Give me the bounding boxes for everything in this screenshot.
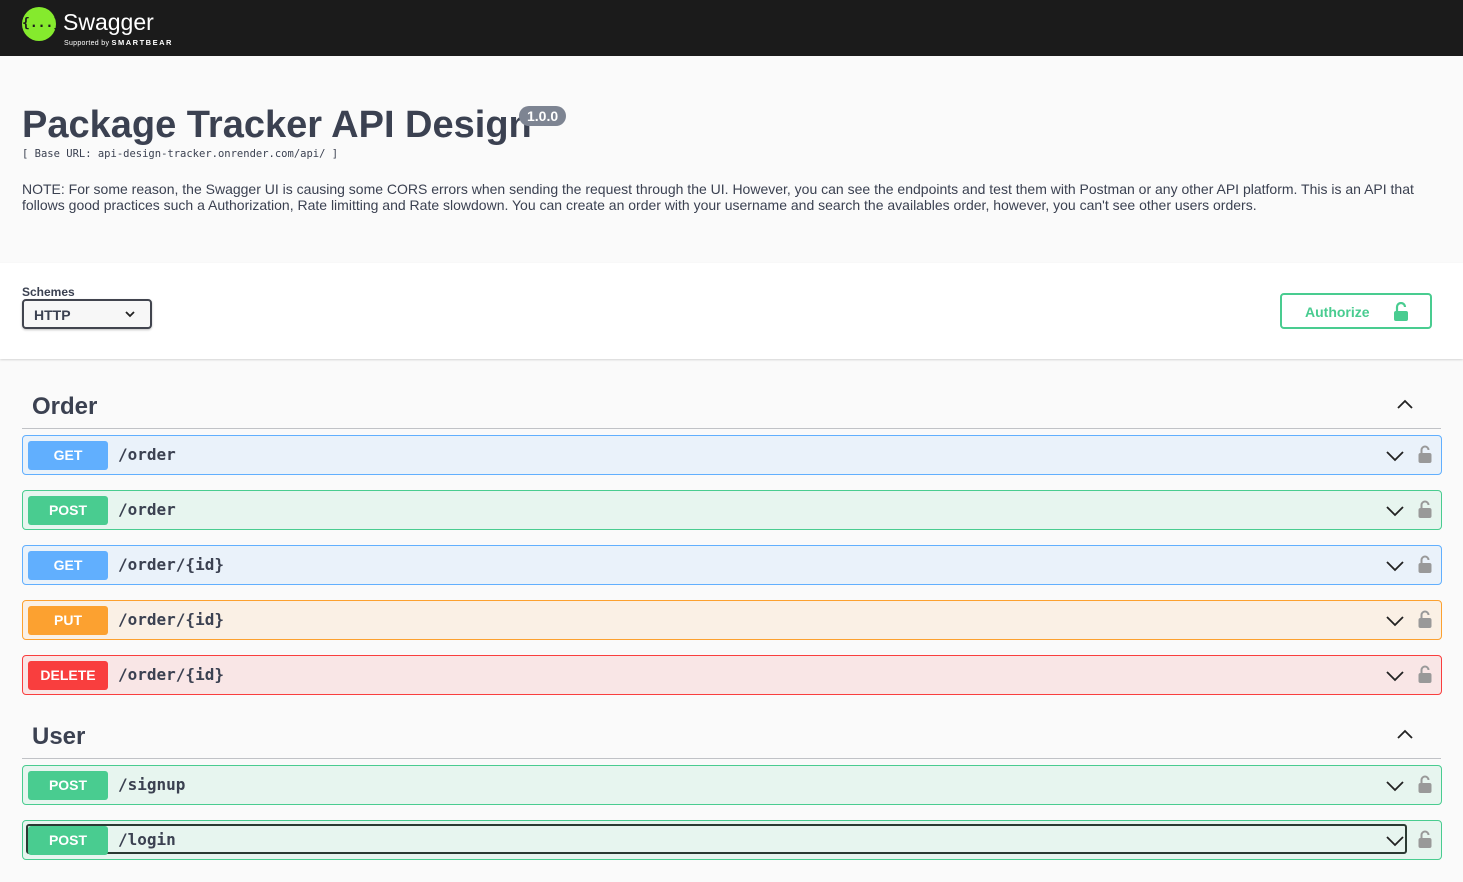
lock-icon[interactable]: [1418, 499, 1432, 519]
operation-path: /login: [118, 830, 176, 849]
operation-path: /order: [118, 445, 176, 464]
chevron-up-icon[interactable]: [1395, 395, 1415, 415]
operation-post-signup[interactable]: POST /signup: [22, 765, 1442, 805]
topbar: {...} Swagger Supported by SMARTBEAR: [0, 0, 1463, 56]
base-url: [ Base URL: api-design-tracker.onrender.…: [22, 148, 339, 160]
tag-order-header[interactable]: Order: [22, 379, 1441, 429]
supported-by-text: Supported by: [64, 40, 110, 47]
lock-icon[interactable]: [1418, 554, 1432, 574]
chevron-down-icon[interactable]: [1385, 831, 1405, 851]
page-title: Package Tracker API Design: [22, 104, 532, 146]
chevron-down-icon: [125, 311, 135, 318]
chevron-down-icon[interactable]: [1385, 501, 1405, 521]
chevron-down-icon[interactable]: [1385, 611, 1405, 631]
method-badge: GET: [28, 441, 108, 470]
authorize-button[interactable]: Authorize: [1280, 293, 1432, 329]
lock-icon[interactable]: [1418, 609, 1432, 629]
lock-icon[interactable]: [1418, 664, 1432, 684]
authorize-label: Authorize: [1305, 304, 1370, 320]
schemes-select[interactable]: HTTP: [22, 299, 152, 329]
operation-put-order-id[interactable]: PUT /order/{id}: [22, 600, 1442, 640]
chevron-up-icon[interactable]: [1395, 725, 1415, 745]
operation-post-login[interactable]: POST /login: [22, 820, 1442, 860]
method-badge: PUT: [28, 606, 108, 635]
operation-path: /order/{id}: [118, 665, 224, 684]
brand-subtitle: Supported by SMARTBEAR: [64, 38, 173, 47]
tag-user-header[interactable]: User: [22, 709, 1441, 759]
operation-path: /order: [118, 500, 176, 519]
tag-name: Order: [32, 393, 98, 420]
brand-name[interactable]: Swagger: [63, 9, 154, 36]
method-badge: GET: [28, 551, 108, 580]
operation-path: /order/{id}: [118, 610, 224, 629]
lock-icon[interactable]: [1418, 774, 1432, 794]
logo-glyph: {...}: [22, 16, 62, 31]
schemes-label: Schemes: [22, 285, 75, 299]
swagger-logo-icon[interactable]: {...}: [22, 7, 62, 41]
method-badge: DELETE: [28, 661, 108, 690]
schemes-selected-value: HTTP: [34, 307, 71, 323]
focus-outline: [26, 824, 1407, 854]
method-badge: POST: [28, 826, 108, 855]
chevron-down-icon[interactable]: [1385, 776, 1405, 796]
tag-name: User: [32, 723, 86, 750]
operation-post-order[interactable]: POST /order: [22, 490, 1442, 530]
company-name: SMARTBEAR: [111, 38, 173, 47]
unlocked-lock-icon: [1394, 302, 1408, 321]
chevron-down-icon[interactable]: [1385, 556, 1405, 576]
operation-path: /signup: [118, 775, 186, 794]
operation-delete-order-id[interactable]: DELETE /order/{id}: [22, 655, 1442, 695]
version-badge: 1.0.0: [519, 106, 567, 126]
chevron-down-icon[interactable]: [1385, 446, 1405, 466]
lock-icon[interactable]: [1418, 829, 1432, 849]
operation-path: /order/{id}: [118, 555, 224, 574]
lock-icon[interactable]: [1418, 444, 1432, 464]
operation-get-order-id[interactable]: GET /order/{id}: [22, 545, 1442, 585]
method-badge: POST: [28, 496, 108, 525]
scheme-container: Schemes HTTP Authorize: [0, 263, 1463, 359]
api-description: NOTE: For some reason, the Swagger UI is…: [22, 181, 1414, 213]
operation-get-order[interactable]: GET /order: [22, 435, 1442, 475]
chevron-down-icon[interactable]: [1385, 666, 1405, 686]
method-badge: POST: [28, 771, 108, 800]
